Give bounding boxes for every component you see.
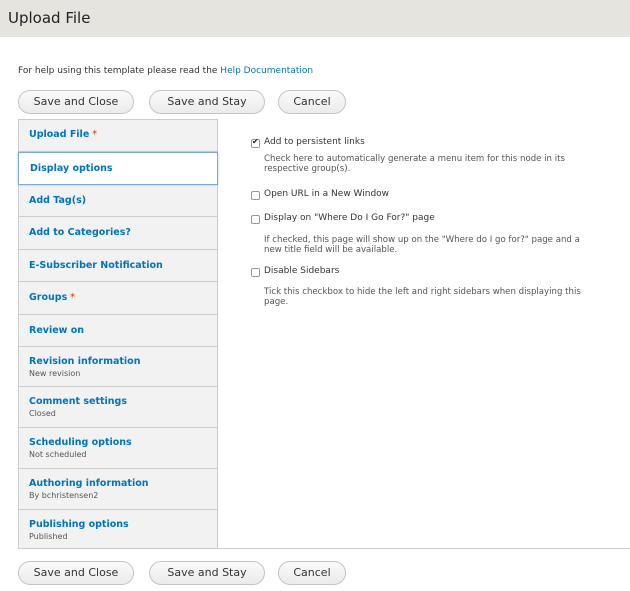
tab-add-to-categories[interactable]: Add to Categories? bbox=[19, 217, 218, 250]
required-marker: * bbox=[92, 129, 98, 140]
tab-label: Revision information bbox=[29, 356, 141, 367]
tab-summary: Closed bbox=[29, 409, 56, 418]
persistent-links-description: Check here to automatically generate a m… bbox=[264, 154, 565, 174]
page-title: Upload File bbox=[8, 9, 91, 27]
tab-label: Publishing options bbox=[29, 519, 129, 530]
tab-revision-information[interactable]: Revision information New revision bbox=[19, 347, 218, 387]
help-text-prefix: For help using this template please read… bbox=[18, 66, 221, 76]
tab-label: Comment settings bbox=[29, 396, 128, 407]
new-window-label: Open URL in a New Window bbox=[264, 189, 390, 199]
help-text: For help using this template please read… bbox=[18, 66, 313, 76]
tab-e-subscriber-notification[interactable]: E-Subscriber Notification bbox=[19, 250, 218, 282]
tab-groups[interactable]: Groups * bbox=[19, 282, 218, 315]
tab-label: Add Tag(s) bbox=[29, 195, 87, 206]
vertical-tabs: Upload File * Display options Add Tag(s) … bbox=[18, 119, 218, 550]
where-do-i-go-checkbox[interactable] bbox=[251, 215, 260, 224]
disable-sidebars-checkbox[interactable] bbox=[251, 268, 260, 277]
where-do-i-go-label: Display on "Where Do I Go For?" page bbox=[264, 213, 435, 223]
tab-display-options[interactable]: Display options bbox=[18, 152, 218, 185]
tab-authoring-information[interactable]: Authoring information By bchristensen2 bbox=[19, 469, 218, 510]
tab-label: Authoring information bbox=[29, 478, 149, 489]
persistent-links-checkbox[interactable] bbox=[251, 137, 260, 148]
tab-label: Display options bbox=[30, 163, 113, 174]
tab-summary: By bchristensen2 bbox=[29, 491, 99, 500]
disable-sidebars-label: Disable Sidebars bbox=[264, 266, 340, 276]
tab-summary: Not scheduled bbox=[29, 450, 87, 459]
disable-sidebars-description: Tick this checkbox to hide the left and … bbox=[264, 287, 581, 307]
save-and-stay-button[interactable]: Save and Stay bbox=[149, 90, 265, 114]
save-and-stay-button-bottom[interactable]: Save and Stay bbox=[149, 561, 265, 585]
save-and-close-button-bottom[interactable]: Save and Close bbox=[18, 561, 134, 585]
tab-label: Groups * bbox=[29, 292, 75, 303]
required-marker: * bbox=[70, 292, 75, 303]
tab-upload-file[interactable]: Upload File * bbox=[19, 120, 218, 152]
tab-comment-settings[interactable]: Comment settings Closed bbox=[19, 387, 218, 428]
tab-label: Add to Categories? bbox=[29, 227, 131, 238]
new-window-checkbox[interactable] bbox=[251, 191, 260, 200]
tab-label: Scheduling options bbox=[29, 437, 132, 448]
page-header: Upload File bbox=[0, 0, 630, 37]
tab-summary: New revision bbox=[29, 369, 81, 378]
tab-publishing-options[interactable]: Publishing options Published bbox=[19, 510, 218, 550]
tab-add-tags[interactable]: Add Tag(s) bbox=[19, 185, 218, 217]
cancel-button-bottom[interactable]: Cancel bbox=[278, 561, 346, 585]
persistent-links-label: Add to persistent links bbox=[264, 137, 365, 147]
where-do-i-go-description: If checked, this page will show up on th… bbox=[264, 235, 580, 255]
form-bottom-border bbox=[18, 548, 630, 549]
help-documentation-link[interactable]: Help Documentation bbox=[220, 66, 313, 76]
tab-scheduling-options[interactable]: Scheduling options Not scheduled bbox=[19, 428, 218, 469]
tab-summary: Published bbox=[29, 532, 68, 541]
tab-review-on[interactable]: Review on bbox=[19, 315, 218, 347]
save-and-close-button[interactable]: Save and Close bbox=[18, 90, 134, 114]
tab-label: Review on bbox=[29, 325, 85, 336]
cancel-button[interactable]: Cancel bbox=[278, 90, 346, 114]
tab-label: E-Subscriber Notification bbox=[29, 260, 163, 271]
tab-label: Upload File * bbox=[29, 129, 98, 140]
